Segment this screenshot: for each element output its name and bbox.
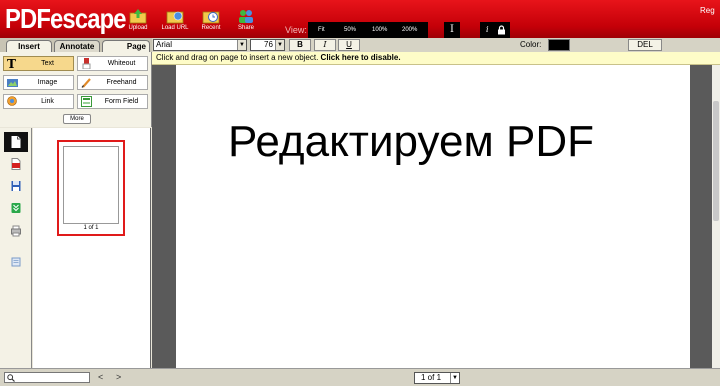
share-button[interactable]: Share	[226, 8, 266, 31]
tab-annotate[interactable]: Annotate	[54, 40, 100, 52]
instruction-text: Click and drag on page to insert a new o…	[156, 53, 321, 62]
image-icon	[7, 79, 18, 87]
form-view-button[interactable]	[4, 252, 28, 272]
search-icon	[7, 374, 15, 382]
prev-result-button[interactable]: <	[98, 372, 103, 382]
register-link[interactable]: Reg	[700, 6, 715, 15]
text-tool-icon: T	[7, 58, 16, 69]
whiteout-icon	[82, 58, 91, 69]
print-icon	[11, 225, 21, 237]
freehand-icon	[81, 78, 91, 88]
color-label: Color:	[520, 40, 542, 49]
search-input[interactable]	[4, 372, 90, 383]
insert-tools-panel: T Text Whiteout Image Freehand Link Form…	[0, 52, 152, 127]
freehand-tool-label: Freehand	[106, 79, 137, 86]
italic-button[interactable]: I	[314, 39, 336, 51]
whiteout-tool-label: Whiteout	[107, 60, 136, 67]
next-result-button[interactable]: >	[116, 372, 121, 382]
link-tool-label: Link	[41, 98, 54, 105]
page-icon	[11, 136, 21, 148]
zoom-50-button[interactable]: 50%	[344, 27, 356, 33]
thumbnail-label: 1 of 1	[83, 225, 99, 231]
document-canvas: Редактируем PDF	[152, 65, 712, 368]
share-icon	[239, 10, 253, 23]
upload-button[interactable]: Upload	[118, 8, 158, 31]
font-size-select[interactable]: 76 ▼	[250, 39, 285, 51]
form-icon	[11, 257, 21, 267]
tab-page[interactable]: Page	[102, 40, 150, 52]
more-button[interactable]: More	[63, 114, 91, 124]
thumbnail-panel: 1 of 1	[33, 128, 151, 368]
lock-icon[interactable]	[497, 25, 506, 35]
pdf-document-button[interactable]	[4, 154, 28, 174]
svg-text:T: T	[7, 58, 16, 69]
download-icon	[11, 203, 21, 213]
page-text-object[interactable]: Редактируем PDF	[228, 117, 594, 167]
upload-icon	[129, 9, 147, 24]
color-swatch[interactable]	[548, 39, 570, 51]
info-lock-box: i	[480, 22, 510, 38]
page-thumbnail[interactable]: 1 of 1	[57, 140, 125, 236]
header-bar: PDFescape Upload Load URL Recent Share V…	[0, 0, 720, 38]
info-button[interactable]: i	[486, 25, 489, 34]
load-url-label: Load URL	[161, 25, 189, 31]
save-button[interactable]	[4, 176, 28, 196]
text-tool-label: Text	[41, 60, 54, 67]
share-label: Share	[237, 25, 254, 31]
side-icon-bar	[0, 128, 32, 368]
zoom-100-button[interactable]: 100%	[372, 27, 387, 33]
form-field-tool-button[interactable]: Form Field	[77, 94, 148, 109]
whiteout-tool-button[interactable]: Whiteout	[77, 56, 148, 71]
link-tool-button[interactable]: Link	[3, 94, 74, 109]
pages-view-button[interactable]	[4, 132, 28, 152]
upload-label: Upload	[128, 25, 148, 31]
form-field-tool-label: Form Field	[104, 98, 139, 105]
zoom-200-button[interactable]: 200%	[402, 27, 417, 33]
page-select[interactable]: 1 of 1 ▼	[414, 372, 460, 384]
font-size-value: 76	[264, 40, 273, 49]
tab-bar: Insert Annotate Page	[0, 38, 152, 52]
thumbnail-page	[63, 146, 119, 224]
page-select-value: 1 of 1	[421, 373, 442, 382]
image-tool-button[interactable]: Image	[3, 75, 74, 90]
freehand-tool-button[interactable]: Freehand	[77, 75, 148, 90]
underline-button[interactable]: U	[338, 39, 360, 51]
disable-hints-link[interactable]: Click here to disable.	[321, 53, 401, 62]
view-label: View:	[285, 25, 307, 35]
print-button[interactable]	[4, 221, 28, 241]
delete-button[interactable]: DEL	[628, 39, 662, 51]
recent-label: Recent	[201, 25, 221, 31]
save-icon	[11, 181, 21, 191]
vertical-scrollbar[interactable]	[712, 65, 720, 368]
recent-icon	[202, 11, 220, 24]
load-url-button[interactable]: Load URL	[155, 8, 195, 31]
zoom-bar: Fit 50% 100% 200%	[308, 22, 428, 38]
download-button[interactable]	[4, 198, 28, 218]
tab-insert[interactable]: Insert	[6, 40, 52, 52]
pdf-page[interactable]: Редактируем PDF	[176, 65, 690, 368]
form-field-icon	[81, 96, 92, 107]
link-icon	[7, 96, 17, 106]
chevron-down-icon: ▼	[275, 40, 284, 50]
text-tool-button[interactable]: T Text	[3, 56, 74, 71]
recent-button[interactable]: Recent	[191, 8, 231, 31]
chevron-down-icon: ▼	[237, 40, 246, 50]
status-bar: < > 1 of 1 ▼	[0, 368, 720, 386]
scrollbar-thumb[interactable]	[713, 101, 719, 221]
text-select-tool[interactable]: I	[444, 22, 460, 38]
load-url-icon	[166, 11, 184, 24]
pdf-document-icon	[11, 158, 21, 170]
chevron-down-icon: ▼	[450, 373, 459, 383]
image-tool-label: Image	[37, 79, 58, 86]
app-logo[interactable]: PDFescape	[5, 3, 127, 35]
instruction-bar: Click and drag on page to insert a new o…	[152, 52, 720, 65]
zoom-fit-button[interactable]: Fit	[318, 27, 325, 33]
bold-button[interactable]: B	[289, 39, 311, 51]
format-toolbar: Arial ▼ 76 ▼ B I U Color: DEL	[152, 38, 720, 52]
font-select-value: Arial	[156, 40, 173, 49]
font-select[interactable]: Arial ▼	[153, 39, 247, 51]
